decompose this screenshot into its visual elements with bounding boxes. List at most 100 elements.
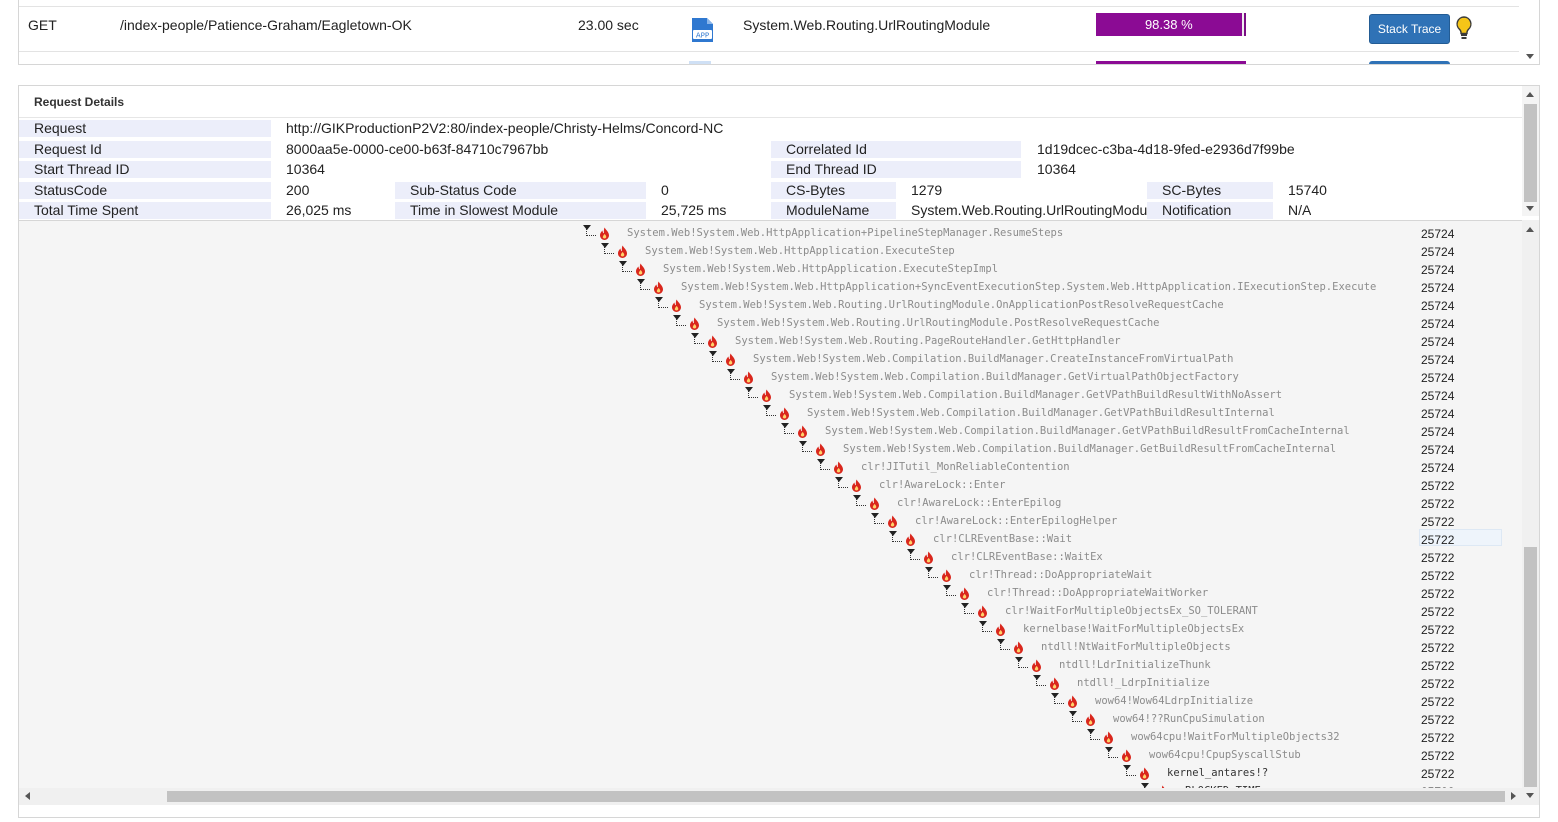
tree-connector-icon[interactable] [583, 225, 596, 236]
tree-horizontal-scrollbar[interactable] [19, 788, 1522, 805]
stack-trace-button[interactable] [1369, 61, 1450, 64]
stack-frame-row[interactable]: clr!AwareLock::EnterEpilog 25722 [19, 495, 1522, 513]
stack-frame-row[interactable]: System.Web!System.Web.Compilation.BuildM… [19, 369, 1522, 387]
lightbulb-icon[interactable] [1454, 15, 1474, 41]
stack-frame-name: clr!CLREventBase::WaitEx [951, 551, 1103, 563]
details-vertical-scrollbar[interactable] [1522, 86, 1539, 216]
stack-frame-row[interactable]: ntdll!NtWaitForMultipleObjects 25722 [19, 639, 1522, 657]
hot-path-flame-icon [1103, 731, 1114, 744]
tree-connector-icon[interactable] [655, 297, 668, 308]
stack-frame-row[interactable]: kernel_antares!? 25722 [19, 765, 1522, 783]
stack-frame-row[interactable]: wow64!??RunCpuSimulation 25722 [19, 711, 1522, 729]
stack-frame-row[interactable]: clr!WaitForMultipleObjectsEx_SO_TOLERANT… [19, 603, 1522, 621]
tree-connector-icon[interactable] [889, 531, 902, 542]
stack-frame-row[interactable]: clr!Thread::DoAppropriateWait 25722 [19, 567, 1522, 585]
tree-connector-icon[interactable] [727, 369, 740, 380]
tree-connector-icon[interactable] [1105, 747, 1118, 758]
stack-frame-value: 25722 [1421, 749, 1455, 763]
tree-connector-icon[interactable] [781, 423, 794, 434]
tree-connector-icon[interactable] [997, 639, 1010, 650]
tree-connector-icon[interactable] [637, 279, 650, 290]
stack-frame-row[interactable]: clr!CLREventBase::Wait 25722 [19, 531, 1522, 549]
tree-connector-icon[interactable] [799, 441, 812, 452]
tree-connector-icon[interactable] [1033, 675, 1046, 686]
stack-frame-row[interactable]: wow64cpu!CpupSyscallStub 25722 [19, 747, 1522, 765]
stack-frame-name: System.Web!System.Web.Routing.UrlRouting… [699, 299, 1224, 311]
stack-frame-row[interactable]: System.Web!System.Web.Compilation.BuildM… [19, 387, 1522, 405]
stack-frame-row[interactable]: ntdll!LdrInitializeThunk 25722 [19, 657, 1522, 675]
stack-frame-row[interactable]: clr!CLREventBase::WaitEx 25722 [19, 549, 1522, 567]
tree-connector-icon[interactable] [601, 243, 614, 254]
tree-connector-icon[interactable] [871, 513, 884, 524]
grid-vertical-scrollbar[interactable] [1522, 0, 1539, 64]
tree-connector-icon[interactable] [1051, 693, 1064, 704]
scrollbar-thumb[interactable] [1524, 104, 1537, 202]
stack-frame-value: 25722 [1421, 533, 1455, 547]
notification-value: N/A [1288, 202, 1312, 218]
scrollbar-thumb[interactable] [167, 791, 1505, 802]
hot-path-flame-icon [869, 497, 880, 510]
scroll-right-icon[interactable] [1511, 792, 1516, 800]
stack-frame-row[interactable]: System.Web!System.Web.Routing.UrlRouting… [19, 297, 1522, 315]
tree-connector-icon[interactable] [673, 315, 686, 326]
tree-connector-icon[interactable] [943, 585, 956, 596]
stack-frame-row[interactable]: System.Web!System.Web.Compilation.BuildM… [19, 441, 1522, 459]
request-row-next[interactable] [19, 60, 1519, 64]
hot-path-flame-icon [599, 227, 610, 240]
request-label: Request [19, 120, 271, 137]
tree-connector-icon[interactable] [709, 351, 722, 362]
tree-connector-icon[interactable] [745, 387, 758, 398]
tree-connector-icon[interactable] [763, 405, 776, 416]
tree-connector-icon[interactable] [817, 459, 830, 470]
scroll-down-icon[interactable] [1526, 54, 1534, 59]
stack-frame-row[interactable]: kernelbase!WaitForMultipleObjectsEx 25722 [19, 621, 1522, 639]
tree-connector-icon[interactable] [1015, 657, 1028, 668]
hot-path-flame-icon [923, 551, 934, 564]
tree-connector-icon[interactable] [961, 603, 974, 614]
stack-frame-row[interactable]: System.Web!System.Web.HttpApplication+Sy… [19, 279, 1522, 297]
stack-frame-row[interactable]: clr!Thread::DoAppropriateWaitWorker 25722 [19, 585, 1522, 603]
stack-frame-row[interactable]: clr!AwareLock::EnterEpilogHelper 25722 [19, 513, 1522, 531]
stack-frame-row[interactable]: System.Web!System.Web.HttpApplication.Ex… [19, 261, 1522, 279]
stack-frame-value: 25724 [1421, 407, 1455, 421]
tree-connector-icon[interactable] [619, 261, 632, 272]
tree-connector-icon[interactable] [925, 567, 938, 578]
request-id-label: Request Id [19, 141, 271, 158]
stack-frame-row[interactable]: wow64!Wow64LdrpInitialize 25722 [19, 693, 1522, 711]
stack-frame-row[interactable]: System.Web!System.Web.Routing.UrlRouting… [19, 315, 1522, 333]
status-code-value: 200 [286, 182, 310, 198]
tree-connector-icon[interactable] [1123, 765, 1136, 776]
stack-frame-row[interactable]: System.Web!System.Web.Compilation.BuildM… [19, 351, 1522, 369]
stack-frame-name: kernelbase!WaitForMultipleObjectsEx [1023, 623, 1245, 635]
tree-connector-icon[interactable] [1087, 729, 1100, 740]
request-row[interactable]: GET /index-people/Patience-Graham/Eaglet… [19, 6, 1519, 52]
stack-frame-name: System.Web!System.Web.Routing.PageRouteH… [735, 335, 1121, 347]
stack-frame-row[interactable]: System.Web!System.Web.Routing.PageRouteH… [19, 333, 1522, 351]
detail-row-threads: Start Thread ID 10364 End Thread ID 1036… [19, 160, 1522, 179]
stack-trace-button[interactable]: Stack Trace [1369, 14, 1450, 44]
tree-connector-icon[interactable] [853, 495, 866, 506]
scroll-left-icon[interactable] [25, 792, 30, 800]
tree-connector-icon[interactable] [691, 333, 704, 344]
notification-label: Notification [1147, 202, 1273, 219]
stack-frame-row[interactable]: System.Web!System.Web.Compilation.BuildM… [19, 423, 1522, 441]
scroll-down-icon[interactable] [1526, 206, 1534, 211]
stack-frame-row[interactable]: System.Web!System.Web.Compilation.BuildM… [19, 405, 1522, 423]
tree-connector-icon[interactable] [979, 621, 992, 632]
tree-connector-icon[interactable] [907, 549, 920, 560]
stack-frame-row[interactable]: System.Web!System.Web.HttpApplication.Ex… [19, 243, 1522, 261]
hot-path-flame-icon [1067, 695, 1078, 708]
stack-frame-row[interactable]: clr!JITutil_MonReliableContention 25724 [19, 459, 1522, 477]
tree-connector-icon[interactable] [1069, 711, 1082, 722]
scroll-up-icon[interactable] [1526, 227, 1534, 232]
scrollbar-thumb[interactable] [1524, 547, 1537, 787]
stack-frame-row[interactable]: System.Web!System.Web.HttpApplication+Pi… [19, 225, 1522, 243]
scroll-up-icon[interactable] [1526, 92, 1534, 97]
stack-frame-row[interactable]: clr!AwareLock::Enter 25722 [19, 477, 1522, 495]
stack-frame-row[interactable]: ntdll!_LdrpInitialize 25722 [19, 675, 1522, 693]
tree-connector-icon[interactable] [835, 477, 848, 488]
stack-frame-name: wow64cpu!WaitForMultipleObjects32 [1131, 731, 1340, 743]
scroll-down-icon[interactable] [1526, 793, 1534, 798]
tree-vertical-scrollbar[interactable] [1522, 220, 1539, 805]
stack-frame-row[interactable]: wow64cpu!WaitForMultipleObjects32 25722 [19, 729, 1522, 747]
